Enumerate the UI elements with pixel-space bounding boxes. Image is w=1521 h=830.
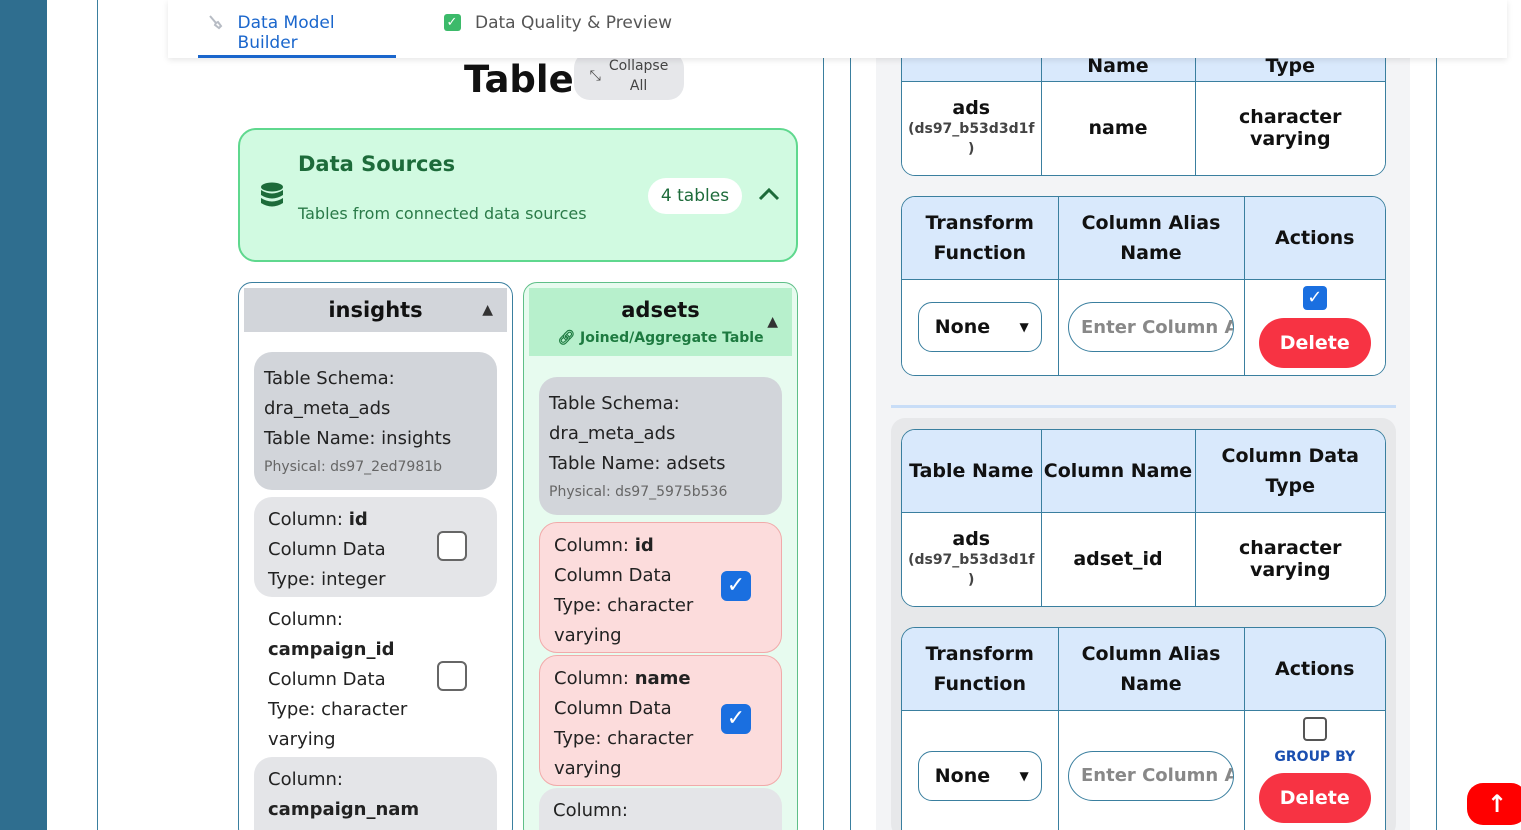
column-info-table: Table Name Column Name Column Data Type … xyxy=(901,429,1386,607)
column-type-cell: character varying xyxy=(1195,81,1385,175)
delete-button[interactable]: Delete xyxy=(1258,318,1371,369)
wrench-icon xyxy=(206,13,224,31)
transform-function-select[interactable]: None ▼ xyxy=(917,750,1042,801)
column-alias-input[interactable]: Enter Column Alias xyxy=(1068,750,1234,801)
action-checkbox[interactable] xyxy=(1302,716,1327,741)
tabs-bar: Data Model Builder ✓ Data Quality & Prev… xyxy=(168,0,1507,58)
app-sidebar xyxy=(0,0,47,830)
scroll-to-top-button[interactable]: ↑ xyxy=(1467,783,1521,825)
table-header-adsets[interactable]: adsets 🔗︎ Joined/Aggregate Table ▲ xyxy=(529,288,792,356)
transform-function-select[interactable]: None ▼ xyxy=(917,302,1042,353)
transform-table: Transform Function Column Alias Name Act… xyxy=(901,196,1386,376)
table-schema-info: Table Schema: dra_meta_ads Table Name: i… xyxy=(254,352,497,490)
column-item[interactable]: Column: id Column Data Type: integer xyxy=(254,497,497,597)
table-card-insights: insights ▲ Table Schema: dra_meta_ads Ta… xyxy=(238,282,513,830)
checkbox-icon: ✓ xyxy=(443,13,461,31)
container-border xyxy=(97,0,98,830)
header-column-data-type: Column Data Type xyxy=(1195,430,1385,513)
table-schema-info: Table Schema: dra_meta_ads Table Name: a… xyxy=(539,377,782,515)
tab-data-quality-preview[interactable]: ✓ Data Quality & Preview xyxy=(443,10,672,58)
caret-up-icon[interactable]: ▲ xyxy=(482,302,493,318)
table-card-adsets: adsets 🔗︎ Joined/Aggregate Table ▲ Table… xyxy=(523,282,798,830)
column-alias-input[interactable]: Enter Column Alias xyxy=(1068,302,1234,353)
table-header-insights[interactable]: insights ▲ xyxy=(244,288,507,332)
column-item[interactable]: Column: name Column Data Type: character… xyxy=(539,655,782,786)
column-name-cell: name xyxy=(1041,81,1196,175)
link-icon: 🔗︎ xyxy=(557,330,576,346)
data-sources-title: Data Sources xyxy=(298,152,456,176)
header-column-alias: Column Alias Name xyxy=(1058,197,1245,280)
header-actions: Actions xyxy=(1244,628,1385,711)
header-transform-function: Transform Function xyxy=(902,628,1059,711)
column-checkbox[interactable] xyxy=(437,661,467,691)
caret-up-icon[interactable]: ▲ xyxy=(767,314,778,330)
column-item[interactable]: Column: id Column Data Type: character v… xyxy=(539,522,782,653)
arrow-up-icon: ↑ xyxy=(1486,790,1508,818)
column-item[interactable]: Column: xyxy=(539,788,782,830)
header-column-alias: Column Alias Name xyxy=(1058,628,1245,711)
column-checkbox[interactable]: ✓ xyxy=(721,571,751,601)
column-item[interactable]: Column: campaign_nam xyxy=(254,757,497,830)
database-icon xyxy=(260,182,284,212)
joined-table-badge: 🔗︎ Joined/Aggregate Table xyxy=(557,330,764,346)
column-name-cell: adset_id xyxy=(1041,512,1196,606)
header-column-name: Column Name xyxy=(1041,430,1196,513)
collapse-icon: ⤡ xyxy=(589,68,601,84)
table-name-cell: ads (ds97_b53d3d1f ) xyxy=(902,512,1042,606)
section-divider xyxy=(891,405,1396,408)
data-sources-subtitle: Tables from connected data sources xyxy=(298,204,587,223)
column-checkbox[interactable]: ✓ xyxy=(721,704,751,734)
table-count-badge: 4 tables xyxy=(648,178,742,214)
action-checkbox[interactable]: ✓ xyxy=(1302,286,1327,311)
tab-label: Data Quality & Preview xyxy=(475,13,672,33)
tab-data-model-builder[interactable]: Data Model Builder xyxy=(198,10,396,58)
tables-panel: Tables ⤡ Collapse All Data Sources Tables… xyxy=(168,58,824,830)
header-actions: Actions xyxy=(1244,197,1385,280)
collapse-all-button[interactable]: ⤡ Collapse All xyxy=(574,58,684,100)
table-name-cell: ads (ds97_b53d3d1f ) xyxy=(902,81,1042,175)
column-type-cell: character varying xyxy=(1195,512,1385,606)
header-transform-function: Transform Function xyxy=(902,197,1059,280)
chevron-up-icon[interactable] xyxy=(758,182,780,207)
chevron-down-icon: ▼ xyxy=(1019,768,1029,783)
tab-label: Data Model Builder xyxy=(237,13,335,53)
column-checkbox[interactable] xyxy=(437,531,467,561)
chevron-down-icon: ▼ xyxy=(1019,320,1029,335)
transform-table: Transform Function Column Alias Name Act… xyxy=(901,627,1386,830)
column-item[interactable]: Column: campaign_id Column Data Type: ch… xyxy=(254,597,497,753)
data-sources-card[interactable]: Data Sources Tables from connected data … xyxy=(238,128,798,262)
header-table-name: Table Name xyxy=(902,430,1042,513)
delete-button[interactable]: Delete xyxy=(1258,772,1371,823)
group-by-label: GROUP BY xyxy=(1274,748,1356,765)
